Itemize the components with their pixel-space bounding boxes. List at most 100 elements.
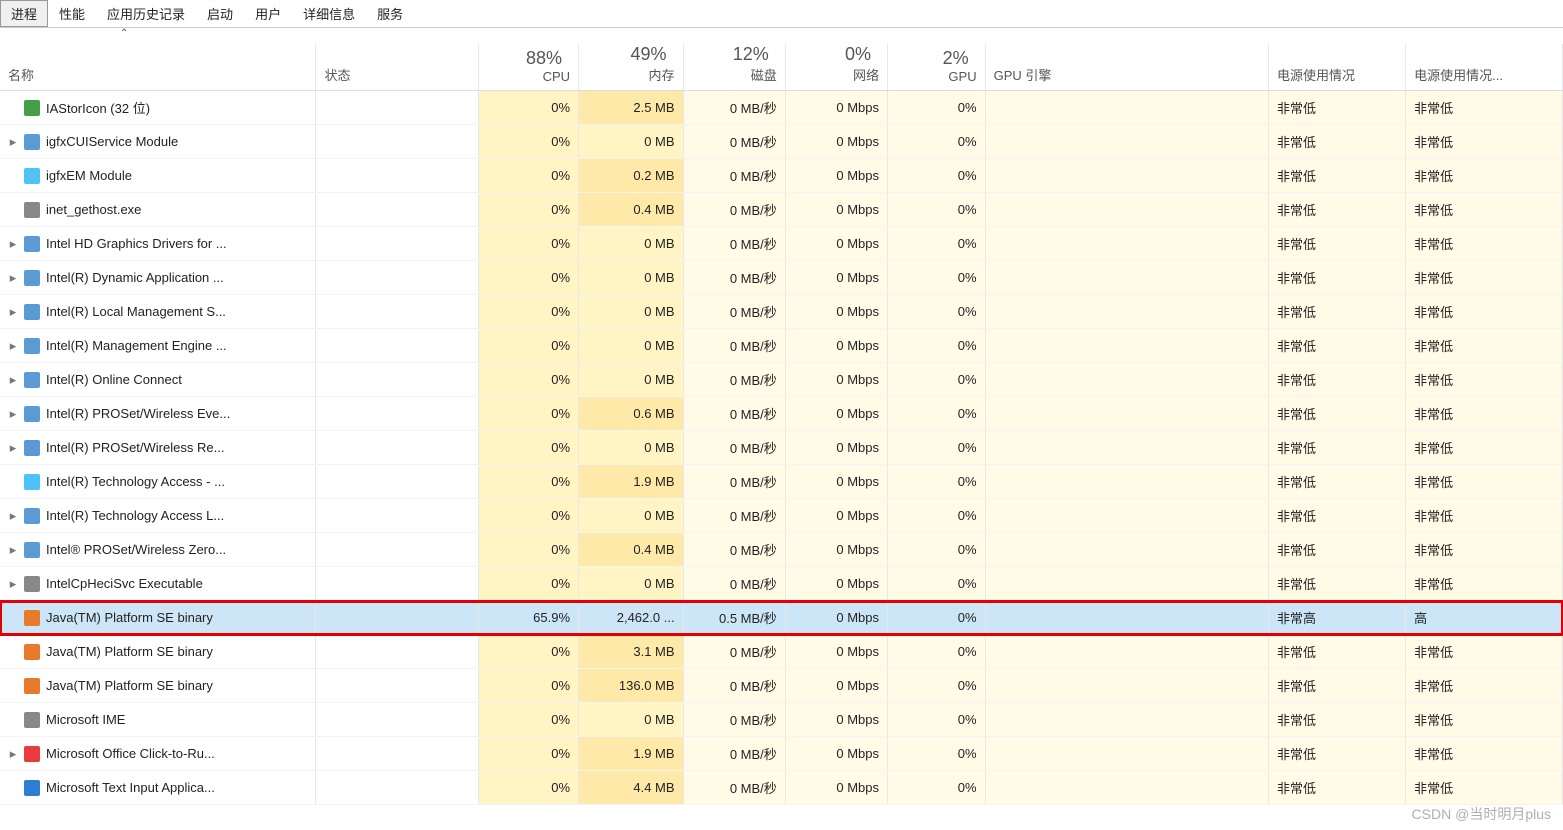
- gpue-cell: [985, 193, 1268, 227]
- tab-5[interactable]: 详细信息: [292, 0, 366, 27]
- table-row[interactable]: Microsoft IME0%0 MB0 MB/秒0 Mbps0%非常低非常低: [0, 703, 1563, 737]
- table-row[interactable]: Java(TM) Platform SE binary0%3.1 MB0 MB/…: [0, 635, 1563, 669]
- tab-2[interactable]: 应用历史记录: [96, 0, 196, 27]
- gpu-cell: 0%: [888, 125, 986, 159]
- table-row[interactable]: ▸Intel(R) Technology Access L...0%0 MB0 …: [0, 499, 1563, 533]
- col-gpu-header[interactable]: GPU: [896, 69, 977, 84]
- tab-0[interactable]: 进程: [0, 0, 48, 27]
- expand-icon[interactable]: ▸: [8, 304, 18, 320]
- app-icon: [24, 712, 40, 728]
- app-icon: [24, 678, 40, 694]
- expand-icon[interactable]: ▸: [8, 508, 18, 524]
- table-row[interactable]: Microsoft Text Input Applica...0%4.4 MB0…: [0, 771, 1563, 805]
- tab-4[interactable]: 用户: [244, 0, 292, 27]
- mem-cell: 0 MB: [579, 227, 684, 261]
- gpu-cell: 0%: [888, 499, 986, 533]
- gpue-cell: [985, 499, 1268, 533]
- expand-icon[interactable]: ▸: [8, 746, 18, 762]
- table-row[interactable]: ▸Intel(R) Dynamic Application ...0%0 MB0…: [0, 261, 1563, 295]
- table-row[interactable]: ▸igfxCUIService Module0%0 MB0 MB/秒0 Mbps…: [0, 125, 1563, 159]
- mem-cell: 1.9 MB: [579, 737, 684, 771]
- table-row[interactable]: Intel(R) Technology Access - ...0%1.9 MB…: [0, 465, 1563, 499]
- col-mem-header[interactable]: 内存: [587, 65, 675, 84]
- col-name-header[interactable]: 名称: [8, 65, 307, 84]
- col-cpu-header[interactable]: CPU: [487, 69, 570, 84]
- tab-6[interactable]: 服务: [366, 0, 414, 27]
- table-row[interactable]: Java(TM) Platform SE binary0%136.0 MB0 M…: [0, 669, 1563, 703]
- pwrt-cell: 非常低: [1406, 159, 1563, 193]
- gpu-cell: 0%: [888, 261, 986, 295]
- pwr-cell: 非常低: [1269, 329, 1406, 363]
- gpu-cell: 0%: [888, 567, 986, 601]
- cpu-pct: 88%: [487, 48, 570, 69]
- mem-pct: 49%: [587, 44, 675, 65]
- mem-cell: 0 MB: [579, 261, 684, 295]
- pwrt-cell: 非常低: [1406, 125, 1563, 159]
- pwr-cell: 非常低: [1269, 771, 1406, 805]
- net-cell: 0 Mbps: [785, 295, 887, 329]
- pwrt-cell: 非常低: [1406, 431, 1563, 465]
- gpu-cell: 0%: [888, 771, 986, 805]
- expand-icon[interactable]: ▸: [8, 134, 18, 150]
- pwrt-cell: 非常低: [1406, 567, 1563, 601]
- app-icon: [24, 406, 40, 422]
- gpu-cell: 0%: [888, 397, 986, 431]
- app-icon: [24, 576, 40, 592]
- process-name: Intel(R) PROSet/Wireless Re...: [46, 440, 224, 455]
- col-disk-header[interactable]: 磁盘: [692, 65, 777, 84]
- app-icon: [24, 746, 40, 762]
- pwr-cell: 非常低: [1269, 533, 1406, 567]
- expand-icon[interactable]: ▸: [8, 406, 18, 422]
- gpu-cell: 0%: [888, 91, 986, 125]
- app-icon: [24, 644, 40, 660]
- process-name: inet_gethost.exe: [46, 202, 141, 217]
- net-cell: 0 Mbps: [785, 601, 887, 635]
- table-row[interactable]: ▸Intel(R) Management Engine ...0%0 MB0 M…: [0, 329, 1563, 363]
- table-row[interactable]: IAStorIcon (32 位)0%2.5 MB0 MB/秒0 Mbps0%非…: [0, 91, 1563, 125]
- pwrt-cell: 非常低: [1406, 669, 1563, 703]
- tab-1[interactable]: 性能: [48, 0, 96, 27]
- mem-cell: 4.4 MB: [579, 771, 684, 805]
- expand-icon[interactable]: ▸: [8, 270, 18, 286]
- net-pct: 0%: [794, 44, 879, 65]
- disk-cell: 0 MB/秒: [683, 227, 785, 261]
- pwrt-cell: 非常低: [1406, 737, 1563, 771]
- expand-icon[interactable]: ▸: [8, 542, 18, 558]
- net-cell: 0 Mbps: [785, 159, 887, 193]
- table-row[interactable]: ▸Intel HD Graphics Drivers for ...0%0 MB…: [0, 227, 1563, 261]
- table-row[interactable]: ▸IntelCpHeciSvc Executable0%0 MB0 MB/秒0 …: [0, 567, 1563, 601]
- col-status-header[interactable]: 状态: [324, 65, 470, 84]
- app-icon: [24, 236, 40, 252]
- table-row[interactable]: ▸Intel(R) PROSet/Wireless Re...0%0 MB0 M…: [0, 431, 1563, 465]
- table-row[interactable]: ▸Intel(R) PROSet/Wireless Eve...0%0.6 MB…: [0, 397, 1563, 431]
- expand-icon[interactable]: ▸: [8, 576, 18, 592]
- table-row[interactable]: igfxEM Module0%0.2 MB0 MB/秒0 Mbps0%非常低非常…: [0, 159, 1563, 193]
- cpu-cell: 0%: [479, 533, 579, 567]
- col-pwrt-header[interactable]: 电源使用情况...: [1414, 65, 1554, 84]
- tab-3[interactable]: 启动: [196, 0, 244, 27]
- col-gpue-header[interactable]: GPU 引擎: [994, 65, 1260, 84]
- header-row[interactable]: 名称 状态 88% CPU 49% 内存 12% 磁盘 0% 网络 2%: [0, 44, 1563, 91]
- expand-icon[interactable]: ▸: [8, 236, 18, 252]
- process-name: Microsoft Office Click-to-Ru...: [46, 746, 215, 761]
- table-row[interactable]: Java(TM) Platform SE binary65.9%2,462.0 …: [0, 601, 1563, 635]
- gpu-cell: 0%: [888, 159, 986, 193]
- pwr-cell: 非常低: [1269, 499, 1406, 533]
- cpu-cell: 0%: [479, 567, 579, 601]
- gpue-cell: [985, 567, 1268, 601]
- expand-icon[interactable]: ▸: [8, 440, 18, 456]
- expand-icon[interactable]: ▸: [8, 338, 18, 354]
- table-row[interactable]: inet_gethost.exe0%0.4 MB0 MB/秒0 Mbps0%非常…: [0, 193, 1563, 227]
- expand-icon[interactable]: ▸: [8, 372, 18, 388]
- gpue-cell: [985, 703, 1268, 737]
- gpu-cell: 0%: [888, 363, 986, 397]
- table-row[interactable]: ▸Intel(R) Local Management S...0%0 MB0 M…: [0, 295, 1563, 329]
- table-row[interactable]: ▸Intel® PROSet/Wireless Zero...0%0.4 MB0…: [0, 533, 1563, 567]
- app-icon: [24, 202, 40, 218]
- gpu-cell: 0%: [888, 737, 986, 771]
- col-net-header[interactable]: 网络: [794, 65, 879, 84]
- app-icon: [24, 100, 40, 116]
- table-row[interactable]: ▸ Microsoft Office Click-to-Ru... 0% 1.9 MB…: [0, 737, 1563, 771]
- col-pwr-header[interactable]: 电源使用情况: [1277, 65, 1397, 84]
- table-row[interactable]: ▸Intel(R) Online Connect0%0 MB0 MB/秒0 Mb…: [0, 363, 1563, 397]
